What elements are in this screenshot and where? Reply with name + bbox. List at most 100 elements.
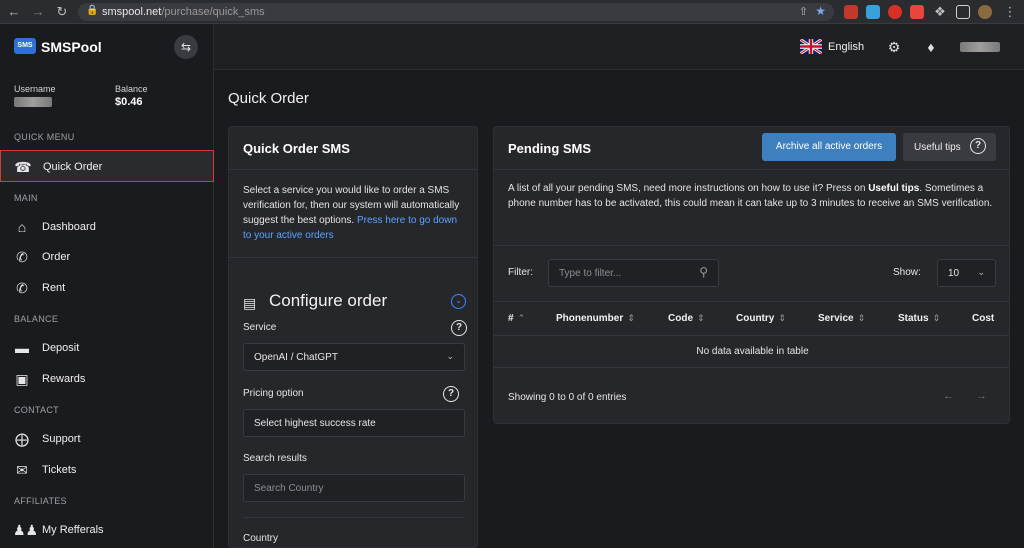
credit-card-icon: ▬ xyxy=(15,340,29,356)
balance-value: $0.46 xyxy=(115,96,143,108)
phone-call-icon: ✆ xyxy=(16,249,28,265)
sort-icon: ⇕ xyxy=(778,313,786,323)
brand-name: SMSPool xyxy=(41,39,102,55)
sidebar-item-dashboard[interactable]: ⌂ Dashboard xyxy=(0,211,214,243)
ticket-icon: ✉ xyxy=(16,462,28,478)
pocket-extension-icon[interactable] xyxy=(844,5,858,19)
notification-bell-icon[interactable]: ♦ xyxy=(922,38,940,56)
balance-label: Balance xyxy=(115,84,148,94)
sidebar-item-rewards[interactable]: ▣ Rewards xyxy=(0,363,214,395)
sidebar-item-rent[interactable]: ✆ Rent xyxy=(0,272,214,304)
table-info-text: Showing 0 to 0 of 0 entries xyxy=(508,392,627,403)
pending-sms-title: Pending SMS xyxy=(508,141,592,156)
sort-icon: ⇕ xyxy=(627,313,635,323)
service-select[interactable]: OpenAI / ChatGPT ⌄ xyxy=(243,343,465,371)
useful-tips-button[interactable]: Useful tips ? xyxy=(903,133,996,161)
puzzle-icon[interactable]: ❖ xyxy=(932,4,948,20)
next-page-arrow-icon[interactable]: → xyxy=(976,390,987,402)
column-header-country[interactable]: Country ⇕ xyxy=(736,313,786,324)
sidepanel-icon[interactable] xyxy=(956,5,970,19)
sidebar: SMS SMSPool ⇆ Username Balance $0.46 QUI… xyxy=(0,24,214,548)
language-selector[interactable]: English xyxy=(828,41,864,53)
show-entries-select[interactable]: 10 ⌄ xyxy=(937,259,996,287)
column-header-status[interactable]: Status ⇕ xyxy=(898,313,940,324)
sidebar-item-deposit[interactable]: ▬ Deposit xyxy=(0,332,214,364)
section-label-affiliates: AFFILIATES xyxy=(14,496,67,506)
useful-tips-label: Useful tips xyxy=(914,142,961,153)
filter-input[interactable]: Type to filter... ⚲ xyxy=(548,259,719,287)
bookmark-star-icon[interactable]: ★ xyxy=(815,4,826,18)
forward-arrow-icon[interactable]: → xyxy=(30,4,46,20)
uk-flag-icon[interactable] xyxy=(800,39,822,54)
brand[interactable]: SMS SMSPool ⇆ xyxy=(0,24,214,70)
column-header-index[interactable]: # ⌃ xyxy=(508,313,525,324)
sidebar-item-tickets[interactable]: ✉ Tickets xyxy=(0,454,214,486)
address-bar[interactable]: 🔒 smspool.net/purchase/quick_sms ⇧ ★ xyxy=(78,3,834,21)
share-icon[interactable]: ⇧ xyxy=(799,5,808,18)
sidebar-item-my-refferals[interactable]: ♟♟ My Refferals xyxy=(0,514,214,546)
show-entries-value: 10 xyxy=(948,268,960,279)
sidebar-item-support[interactable]: ⨁ Support xyxy=(0,423,214,455)
column-header-service[interactable]: Service ⇕ xyxy=(818,313,865,324)
sidebar-toggle-button[interactable]: ⇆ xyxy=(174,35,198,59)
collapse-chevron-icon[interactable]: ⌄ xyxy=(451,294,466,309)
profile-avatar-icon[interactable] xyxy=(978,5,992,19)
divider xyxy=(494,335,1009,336)
quick-order-title: Quick Order SMS xyxy=(243,141,350,156)
search-country-input[interactable]: Search Country xyxy=(243,474,465,502)
sort-icon: ⇕ xyxy=(697,313,705,323)
sidebar-item-order[interactable]: ✆ Order xyxy=(0,241,214,273)
sidebar-item-label: Deposit xyxy=(42,342,80,354)
more-menu-icon[interactable]: ⋮ xyxy=(1002,4,1018,20)
sidebar-item-label: Order xyxy=(42,251,71,263)
quick-order-intro: Select a service you would like to order… xyxy=(243,185,460,241)
sidebar-item-quick-order[interactable]: ☎ Quick Order xyxy=(0,150,214,182)
pricing-option-select[interactable]: Select highest success rate xyxy=(243,409,465,437)
archive-all-orders-button[interactable]: Archive all active orders xyxy=(762,133,896,161)
divider xyxy=(229,257,477,258)
search-icon: ⚲ xyxy=(699,265,708,279)
service-label: Service xyxy=(243,322,277,333)
country-label: Country xyxy=(243,533,279,544)
prev-page-arrow-icon[interactable]: ← xyxy=(943,390,954,402)
column-header-cost[interactable]: Cost xyxy=(972,313,994,324)
extension-icon[interactable] xyxy=(866,5,880,19)
column-header-code[interactable]: Code ⇕ xyxy=(668,313,705,324)
sidebar-item-label: My Refferals xyxy=(42,524,104,536)
gift-icon: ▣ xyxy=(15,371,29,387)
back-arrow-icon[interactable]: ← xyxy=(6,4,22,20)
sort-icon: ⇕ xyxy=(857,313,866,323)
url-text: smspool.net/purchase/quick_sms xyxy=(102,6,265,18)
document-icon: ▤ xyxy=(243,295,257,311)
reload-icon[interactable]: ↻ xyxy=(54,4,70,20)
column-header-phonenumber[interactable]: Phonenumber ⇕ xyxy=(556,313,635,324)
pending-sms-card: Pending SMS Archive all active orders Us… xyxy=(493,126,1010,424)
configure-order-title: Configure order xyxy=(269,291,388,310)
search-results-label: Search results xyxy=(243,453,307,464)
filter-placeholder: Type to filter... xyxy=(559,268,622,279)
sort-icon: ⇕ xyxy=(932,313,941,323)
main-content: Quick Order Quick Order SMS Select a ser… xyxy=(214,70,1024,548)
divider xyxy=(494,169,1009,170)
quick-order-card: Quick Order SMS Select a service you wou… xyxy=(228,126,478,548)
home-icon: ⌂ xyxy=(17,219,27,235)
sidebar-item-label: Support xyxy=(42,433,81,445)
extension-icon[interactable] xyxy=(888,5,902,19)
extension-icon[interactable] xyxy=(910,5,924,19)
sidebar-item-label: Rent xyxy=(42,282,66,294)
help-circle-icon: ? xyxy=(970,138,986,154)
service-select-value: OpenAI / ChatGPT xyxy=(254,352,338,363)
user-menu-redacted[interactable] xyxy=(960,42,1000,52)
phone-pin-icon: ✆ xyxy=(16,280,28,296)
filter-label: Filter: xyxy=(508,267,533,278)
divider xyxy=(243,517,465,518)
section-label-main: MAIN xyxy=(14,193,38,203)
pending-sms-description: A list of all your pending SMS, need mor… xyxy=(508,183,993,209)
help-circle-icon[interactable]: ? xyxy=(443,386,459,402)
help-circle-icon[interactable]: ? xyxy=(451,320,467,336)
smspool-logo: SMS xyxy=(14,38,36,54)
search-country-placeholder: Search Country xyxy=(254,483,324,494)
table-header-row: # ⌃ Phonenumber ⇕ Code ⇕ Country ⇕ Service ⇕ … xyxy=(494,313,1009,327)
settings-gear-icon[interactable]: ⚙ xyxy=(885,38,903,56)
show-label: Show: xyxy=(893,267,921,278)
